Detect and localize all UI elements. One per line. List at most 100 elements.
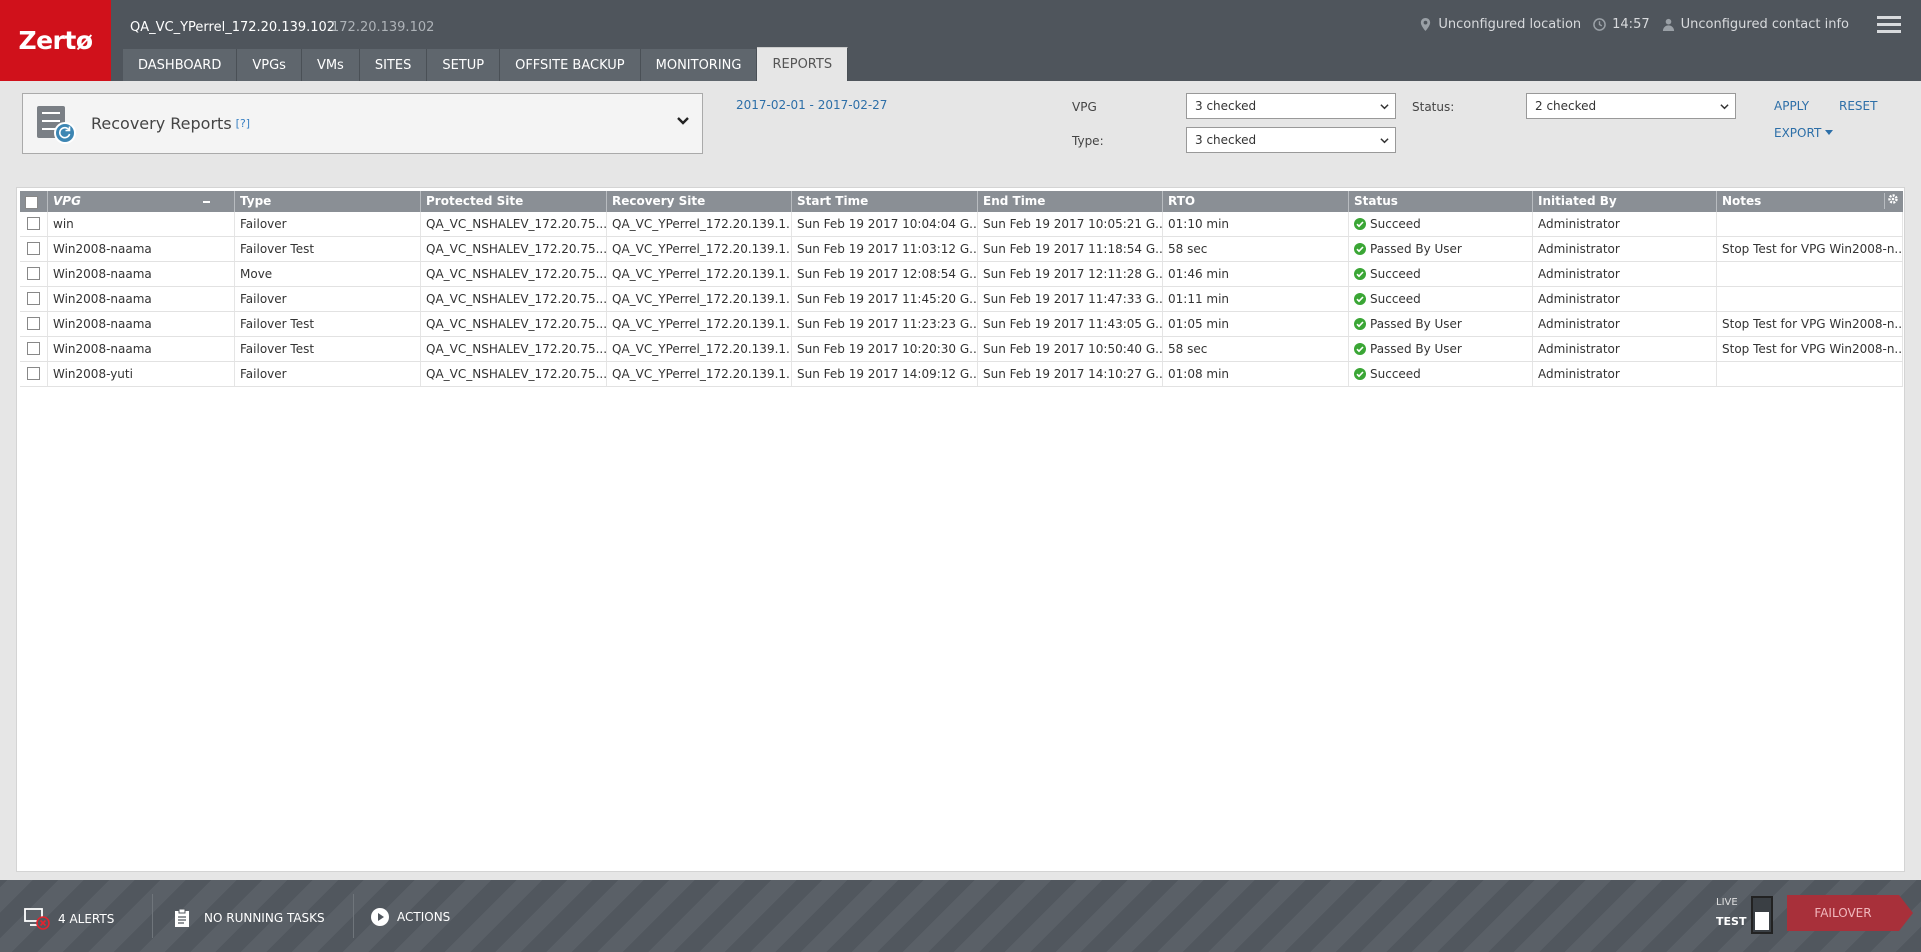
column-header-rto[interactable]: RTO xyxy=(1163,191,1349,212)
row-checkbox[interactable] xyxy=(27,242,40,255)
table-row[interactable]: Win2008-naama Failover Test QA_VC_NSHALEV_… xyxy=(20,312,1903,337)
report-type-select[interactable]: Recovery Reports [?] xyxy=(22,93,703,154)
cell-vpg: Win2008-naama xyxy=(48,337,235,361)
alerts-label: 4 ALERTS xyxy=(58,912,115,926)
success-check-icon xyxy=(1354,243,1366,255)
live-test-labels: LIVE TEST xyxy=(1716,897,1746,928)
help-link[interactable]: [?] xyxy=(236,117,250,130)
vpg-filter-label: VPG xyxy=(1072,100,1097,114)
apply-button[interactable]: APPLY xyxy=(1774,99,1809,113)
chevron-down-icon xyxy=(677,117,689,125)
tab-vms[interactable]: VMs xyxy=(301,49,360,81)
location-text: Unconfigured location xyxy=(1438,17,1582,32)
table-row[interactable]: Win2008-naama Failover Test QA_VC_NSHALEV_… xyxy=(20,337,1903,362)
cell-status: Succeed xyxy=(1349,362,1533,386)
vpg-filter-select[interactable]: 3 checked xyxy=(1186,93,1396,119)
cell-end-time: Sun Feb 19 2017 11:47:33 G... xyxy=(978,287,1163,311)
export-button[interactable]: EXPORT xyxy=(1774,126,1834,140)
select-all-checkbox[interactable] xyxy=(25,196,38,209)
zerto-logo[interactable]: Zertø xyxy=(0,0,111,81)
time-info: 14:57 xyxy=(1593,17,1650,32)
location-pin-icon xyxy=(1421,18,1431,31)
cell-notes xyxy=(1717,287,1903,311)
reset-button[interactable]: RESET xyxy=(1839,99,1877,113)
column-header-initiated-by[interactable]: Initiated By xyxy=(1533,191,1717,212)
cell-end-time: Sun Feb 19 2017 10:05:21 G... xyxy=(978,212,1163,236)
select-all-cell xyxy=(20,191,48,212)
cell-rto: 01:08 min xyxy=(1163,362,1349,386)
user-icon xyxy=(1662,18,1674,31)
tasks-button[interactable]: NO RUNNING TASKS xyxy=(174,908,325,928)
cell-initiated-by: Administrator xyxy=(1533,312,1717,336)
cell-initiated-by: Administrator xyxy=(1533,212,1717,236)
table-row[interactable]: Win2008-yuti Failover QA_VC_NSHALEV_172.20… xyxy=(20,362,1903,387)
row-checkbox[interactable] xyxy=(27,367,40,380)
column-header-recovery-site[interactable]: Recovery Site xyxy=(607,191,792,212)
cell-initiated-by: Administrator xyxy=(1533,237,1717,261)
row-checkbox[interactable] xyxy=(27,342,40,355)
filter-bar: Recovery Reports [?] 2017-02-01 - 2017-0… xyxy=(0,81,1921,177)
row-checkbox[interactable] xyxy=(27,292,40,305)
column-header-notes[interactable]: Notes xyxy=(1717,191,1903,212)
bottom-bar: 4 ALERTS NO RUNNING TASKS ACTIONS LIVE T… xyxy=(0,880,1921,952)
cell-initiated-by: Administrator xyxy=(1533,262,1717,286)
live-test-toggle[interactable] xyxy=(1751,896,1773,934)
column-header-start-time[interactable]: Start Time xyxy=(792,191,978,212)
cell-protected-site: QA_VC_NSHALEV_172.20.75.... xyxy=(421,337,607,361)
tab-sites[interactable]: SITES xyxy=(359,49,428,81)
tab-vpgs[interactable]: VPGs xyxy=(237,49,302,81)
table-row[interactable]: Win2008-naama Failover QA_VC_NSHALEV_172.2… xyxy=(20,287,1903,312)
alerts-button[interactable]: 4 ALERTS xyxy=(24,907,114,931)
cell-status: Succeed xyxy=(1349,262,1533,286)
tab-setup[interactable]: SETUP xyxy=(427,49,501,81)
cell-vpg: Win2008-naama xyxy=(48,287,235,311)
header-info: Unconfigured location 14:57 Unconfigured… xyxy=(1419,17,1849,32)
cell-recovery-site: QA_VC_YPerrel_172.20.139.1... xyxy=(607,212,792,236)
clock-icon xyxy=(1593,18,1606,31)
tab-reports[interactable]: REPORTS xyxy=(757,47,849,81)
table-row[interactable]: Win2008-naama Move QA_VC_NSHALEV_172.20.75… xyxy=(20,262,1903,287)
cell-type: Failover xyxy=(235,212,421,236)
tab-offsite-backup[interactable]: OFFSITE BACKUP xyxy=(500,49,641,81)
row-select-cell xyxy=(20,287,48,311)
report-title: Recovery Reports xyxy=(91,114,232,133)
status-filter-label: Status: xyxy=(1412,100,1455,114)
chevron-down-icon xyxy=(1380,138,1389,144)
row-checkbox[interactable] xyxy=(27,317,40,330)
row-checkbox[interactable] xyxy=(27,267,40,280)
cell-start-time: Sun Feb 19 2017 12:08:54 G... xyxy=(792,262,978,286)
date-range-link[interactable]: 2017-02-01 - 2017-02-27 xyxy=(736,98,887,112)
column-header-status[interactable]: Status xyxy=(1349,191,1533,212)
table-row[interactable]: Win2008-naama Failover Test QA_VC_NSHALEV_… xyxy=(20,237,1903,262)
column-header-protected-site[interactable]: Protected Site xyxy=(421,191,607,212)
cell-vpg: Win2008-naama xyxy=(48,237,235,261)
location-info[interactable]: Unconfigured location xyxy=(1419,17,1581,32)
tab-monitoring[interactable]: MONITORING xyxy=(640,49,758,81)
cell-recovery-site: QA_VC_YPerrel_172.20.139.1... xyxy=(607,312,792,336)
failover-arrow-shape xyxy=(1899,895,1913,931)
row-select-cell xyxy=(20,337,48,361)
actions-button[interactable]: ACTIONS xyxy=(371,908,450,926)
recovery-report-icon xyxy=(37,104,77,144)
success-check-icon xyxy=(1354,343,1366,355)
column-header-type[interactable]: Type xyxy=(235,191,421,212)
cell-initiated-by: Administrator xyxy=(1533,337,1717,361)
row-select-cell xyxy=(20,212,48,236)
settings-gear-icon[interactable] xyxy=(1884,193,1900,209)
live-label: LIVE xyxy=(1716,897,1738,908)
cell-end-time: Sun Feb 19 2017 11:18:54 G... xyxy=(978,237,1163,261)
hamburger-menu-icon[interactable] xyxy=(1877,16,1901,34)
column-header-end-time[interactable]: End Time xyxy=(978,191,1163,212)
status-filter-select[interactable]: 2 checked xyxy=(1526,93,1736,119)
cell-initiated-by: Administrator xyxy=(1533,362,1717,386)
table-row[interactable]: win Failover QA_VC_NSHALEV_172.20.75.... QA… xyxy=(20,212,1903,237)
column-header-vpg[interactable]: VPG xyxy=(48,191,235,212)
type-filter-select[interactable]: 3 checked xyxy=(1186,127,1396,153)
cell-type: Move xyxy=(235,262,421,286)
row-checkbox[interactable] xyxy=(27,217,40,230)
cell-start-time: Sun Feb 19 2017 11:23:23 G... xyxy=(792,312,978,336)
cell-vpg: Win2008-naama xyxy=(48,312,235,336)
tab-dashboard[interactable]: DASHBOARD xyxy=(123,49,238,81)
contact-info[interactable]: Unconfigured contact info xyxy=(1662,17,1849,32)
failover-button[interactable]: FAILOVER xyxy=(1787,895,1899,931)
